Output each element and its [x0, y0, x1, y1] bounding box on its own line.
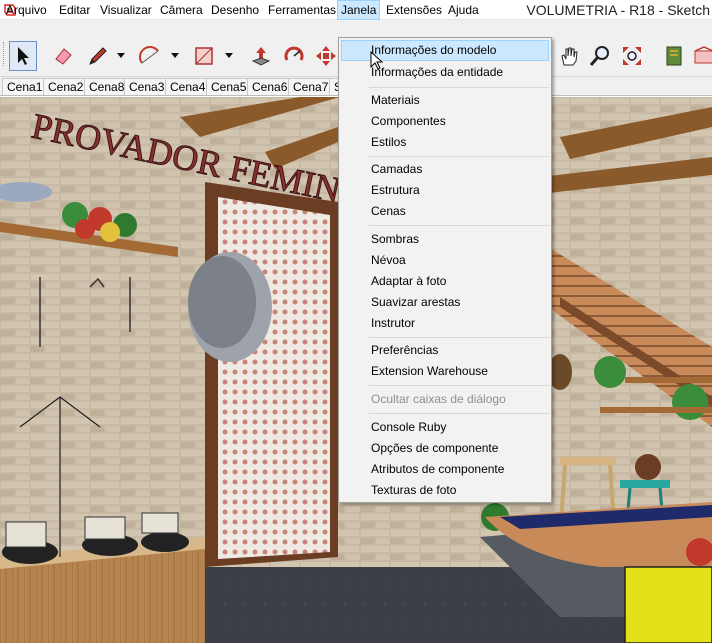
tool-zoom[interactable]: [586, 41, 614, 71]
tool-rotate[interactable]: [280, 41, 308, 71]
menu-extensoes[interactable]: Extensões: [383, 0, 445, 20]
pan-hand-icon: [561, 47, 578, 66]
menu-item-atributos-de-componente[interactable]: Atributos de componente: [341, 459, 549, 480]
tool-pan[interactable]: [555, 41, 583, 71]
menu-item-cenas[interactable]: Cenas: [341, 201, 549, 222]
scene-tab[interactable]: Cena1: [2, 78, 48, 95]
push-pull-icon: [251, 47, 271, 66]
book-icon: [666, 46, 682, 66]
arc-icon: [139, 46, 159, 64]
tool-book[interactable]: [660, 41, 688, 71]
menu-item-console-ruby[interactable]: Console Ruby: [341, 417, 549, 438]
scene-tab[interactable]: Cena6: [247, 78, 293, 95]
tool-select[interactable]: [9, 41, 37, 71]
warehouse-icon: [694, 46, 712, 64]
scene-tab[interactable]: Cena7: [288, 78, 334, 95]
tool-warehouse[interactable]: [690, 41, 712, 71]
menu-arquivo[interactable]: Arquivo: [3, 0, 50, 20]
toolbar-grip[interactable]: [3, 42, 6, 66]
tool-move[interactable]: [312, 41, 340, 71]
scene-tab[interactable]: Cena5: [206, 78, 252, 95]
menu-item-nevoa[interactable]: Névoa: [341, 250, 549, 271]
window-title: VOLUMETRIA - R18 - Sketch: [526, 2, 710, 18]
menu-bar: Arquivo Editar Visualizar Câmera Desenho…: [0, 0, 712, 20]
menu-separator: [369, 337, 549, 338]
select-arrow-icon: [18, 47, 29, 65]
menu-visualizar[interactable]: Visualizar: [97, 0, 155, 20]
arc-dropdown-icon[interactable]: [170, 52, 180, 60]
rectangle-dropdown-icon[interactable]: [224, 52, 234, 60]
menu-separator: [369, 225, 549, 226]
scene-tab[interactable]: Cena8: [84, 78, 130, 95]
menu-desenho[interactable]: Desenho: [208, 0, 262, 20]
rotate-icon: [284, 46, 304, 61]
tool-push-pull[interactable]: [247, 41, 275, 71]
menu-item-preferencias[interactable]: Preferências: [341, 340, 549, 361]
scene-tab[interactable]: Cena3: [124, 78, 170, 95]
zoom-extents-icon: [623, 47, 641, 65]
menu-separator: [369, 156, 549, 157]
menu-item-camadas[interactable]: Camadas: [341, 159, 549, 180]
scene-tab[interactable]: Cena4: [165, 78, 211, 95]
menu-item-suavizar-arestas[interactable]: Suavizar arestas: [341, 292, 549, 313]
menu-item-estilos[interactable]: Estilos: [341, 132, 549, 153]
tool-eraser[interactable]: [49, 41, 77, 71]
menu-ajuda[interactable]: Ajuda: [445, 0, 482, 20]
menu-ferramentas[interactable]: Ferramentas: [265, 0, 339, 20]
menu-janela[interactable]: Janela: [337, 0, 381, 20]
pencil-icon: [89, 47, 107, 65]
menu-editar[interactable]: Editar: [56, 0, 93, 20]
menu-item-sombras[interactable]: Sombras: [341, 229, 549, 250]
tool-pencil[interactable]: [84, 41, 112, 71]
menu-item-adaptar-a-foto[interactable]: Adaptar à foto: [341, 271, 549, 292]
zoom-icon: [589, 46, 609, 66]
menu-item-texturas-de-foto[interactable]: Texturas de foto: [341, 480, 549, 501]
menu-item-estrutura[interactable]: Estrutura: [341, 180, 549, 201]
move-icon: [316, 46, 336, 66]
tool-arc[interactable]: [136, 41, 164, 71]
menu-item-ocultar-caixas-de-dialogo: Ocultar caixas de diálogo: [371, 392, 506, 406]
tool-rectangle[interactable]: [190, 41, 218, 71]
menu-item-opcoes-de-componente[interactable]: Opções de componente: [341, 438, 549, 459]
scene-tab[interactable]: Cena2: [43, 78, 89, 95]
eraser-icon: [55, 48, 72, 65]
janela-menu: Informações do modelo Informações da ent…: [338, 37, 552, 503]
tool-zoom-extents[interactable]: [618, 41, 646, 71]
menu-item-extension-warehouse[interactable]: Extension Warehouse: [341, 361, 549, 382]
menu-camera[interactable]: Câmera: [157, 0, 206, 20]
menu-separator: [369, 413, 549, 414]
menu-item-materiais[interactable]: Materiais: [341, 90, 549, 111]
rectangle-icon: [195, 47, 213, 65]
menu-separator: [369, 385, 549, 386]
pencil-dropdown-icon[interactable]: [116, 52, 126, 60]
menu-item-componentes[interactable]: Componentes: [341, 111, 549, 132]
mouse-cursor-icon: [370, 51, 384, 70]
menu-separator: [369, 87, 549, 88]
menu-item-instrutor[interactable]: Instrutor: [341, 313, 549, 334]
